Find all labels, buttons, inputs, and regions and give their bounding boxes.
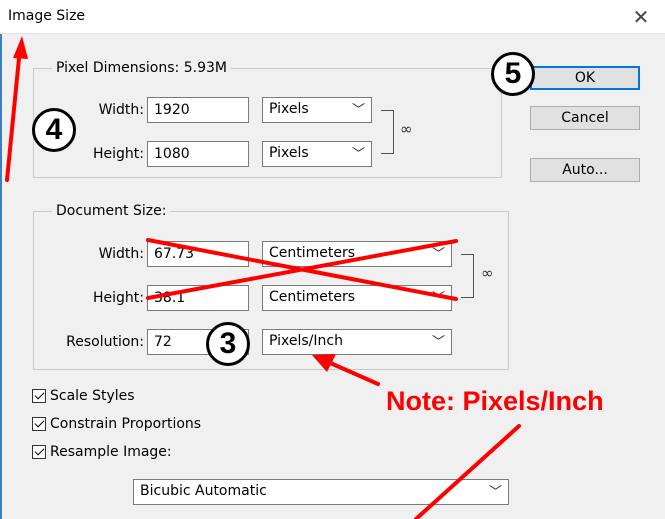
note-pixels-per-inch: Note: Pixels/Inch [386,386,604,416]
title-arrow-shaft [5,46,22,182]
step-badge-5: 5 [491,52,535,96]
step-badge-3: 3 [206,322,250,366]
note-arrow-shaft [326,360,380,386]
step-badge-4: 4 [32,108,76,152]
annotation-overlay [5,36,521,519]
bottom-arrow-shaft [414,424,521,519]
title-arrow-head [13,36,28,59]
